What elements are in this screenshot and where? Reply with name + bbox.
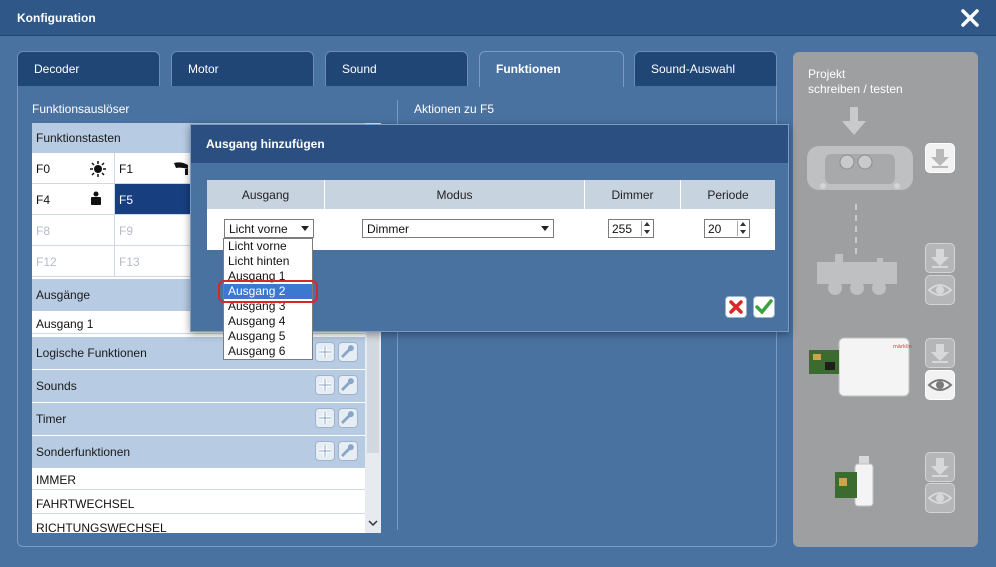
key-f1[interactable]: F1	[115, 153, 198, 184]
download-icon	[931, 344, 949, 363]
title-bar: Konfiguration	[0, 0, 996, 36]
stepper-up-icon[interactable]	[738, 221, 748, 228]
column-header: Ausgang	[207, 180, 325, 209]
view-button-4[interactable]	[925, 483, 955, 513]
annotation-highlight	[218, 280, 318, 303]
chevron-down-icon[interactable]	[368, 519, 378, 527]
eye-icon	[927, 379, 953, 391]
wrench-icon	[341, 345, 354, 358]
add-sonder-button[interactable]	[315, 441, 335, 461]
close-icon[interactable]	[960, 8, 980, 28]
key-f12[interactable]: F12	[32, 246, 115, 277]
key-f8[interactable]: F8	[32, 215, 115, 246]
edit-logic-button[interactable]	[338, 342, 358, 362]
download-icon	[931, 249, 949, 268]
funktionsausloeser-label: Funktionsauslöser	[32, 102, 130, 116]
confirm-button[interactable]	[753, 296, 775, 318]
key-f13[interactable]: F13	[115, 246, 198, 277]
tab-sound[interactable]: Sound	[325, 51, 468, 87]
key-f5[interactable]: F5	[115, 184, 198, 215]
tab-motor[interactable]: Motor	[171, 51, 314, 87]
key-f9[interactable]: F9	[115, 215, 198, 246]
plus-icon	[319, 445, 331, 457]
eye-icon	[927, 492, 953, 504]
locomotive-icon	[817, 254, 897, 295]
download-icon	[931, 458, 949, 477]
ausgang-select[interactable]: Licht vorne	[224, 219, 314, 238]
column-header: Periode	[681, 180, 775, 209]
key-f0[interactable]: F0	[32, 153, 115, 184]
svg-text:märklin: märklin	[893, 344, 912, 350]
aktionen-label: Aktionen zu F5	[414, 102, 495, 116]
person-icon	[91, 191, 101, 205]
wrench-icon	[341, 444, 354, 457]
view-button-3[interactable]	[925, 370, 955, 400]
wrench-icon	[341, 378, 354, 391]
tab-funktionen[interactable]: Funktionen	[479, 51, 624, 87]
check-icon	[755, 299, 773, 315]
horn-icon	[174, 162, 188, 175]
dropdown-option[interactable]: Ausgang 6	[224, 344, 312, 359]
tab-sound-auswahl[interactable]: Sound-Auswahl	[634, 51, 777, 87]
plus-icon	[319, 379, 331, 391]
dimmer-stepper[interactable]: 255	[608, 219, 654, 238]
periode-stepper[interactable]: 20	[704, 219, 750, 238]
download-icon	[931, 149, 949, 168]
dialog-title: Ausgang hinzufügen	[191, 125, 788, 163]
download-button-2[interactable]	[925, 243, 955, 273]
edit-sound-button[interactable]	[338, 375, 358, 395]
eye-icon	[927, 284, 953, 296]
list-item[interactable]: IMMER	[32, 467, 365, 490]
dropdown-option[interactable]: Licht vorne	[224, 239, 312, 254]
stepper-up-icon[interactable]	[642, 221, 652, 228]
column-header: Modus	[325, 180, 585, 209]
connector-line	[855, 204, 857, 254]
wrench-icon	[341, 411, 354, 424]
project-panel: Projekt schreiben / testen märklin	[793, 52, 978, 547]
central-station-icon	[807, 146, 913, 190]
list-item[interactable]: FAHRTWECHSEL	[32, 491, 365, 514]
list-item[interactable]: RICHTUNGSWECHSEL	[32, 515, 365, 533]
modus-select[interactable]: Dimmer	[362, 219, 554, 238]
plus-icon	[319, 346, 331, 358]
download-button-1[interactable]	[925, 143, 955, 173]
dropdown-option[interactable]: Licht hinten	[224, 254, 312, 269]
cancel-button[interactable]	[725, 296, 747, 318]
plus-icon	[319, 412, 331, 424]
project-panel-title: Projekt schreiben / testen	[808, 67, 903, 96]
dropdown-option[interactable]: Ausgang 4	[224, 314, 312, 329]
download-button-3[interactable]	[925, 338, 955, 368]
stepper-down-icon[interactable]	[738, 228, 748, 235]
dropdown-option[interactable]: Ausgang 5	[224, 329, 312, 344]
add-logic-button[interactable]	[315, 342, 335, 362]
download-button-4[interactable]	[925, 452, 955, 482]
view-button-2[interactable]	[925, 275, 955, 305]
window-title: Konfiguration	[17, 11, 96, 25]
tab-decoder[interactable]: Decoder	[17, 51, 160, 87]
chevron-down-icon	[301, 226, 309, 231]
chevron-down-icon	[541, 226, 549, 231]
light-icon	[90, 161, 106, 177]
key-f4[interactable]: F4	[32, 184, 115, 215]
cancel-icon	[729, 300, 743, 314]
edit-timer-button[interactable]	[338, 408, 358, 428]
add-sound-button[interactable]	[315, 375, 335, 395]
stepper-down-icon[interactable]	[642, 228, 652, 235]
scroll-thumb[interactable]	[367, 323, 379, 453]
add-timer-button[interactable]	[315, 408, 335, 428]
programmer-icon: märklin	[809, 337, 912, 397]
edit-sonder-button[interactable]	[338, 441, 358, 461]
arrow-down-icon	[842, 107, 866, 135]
usb-stick-icon	[835, 456, 874, 507]
column-header: Dimmer	[585, 180, 681, 209]
